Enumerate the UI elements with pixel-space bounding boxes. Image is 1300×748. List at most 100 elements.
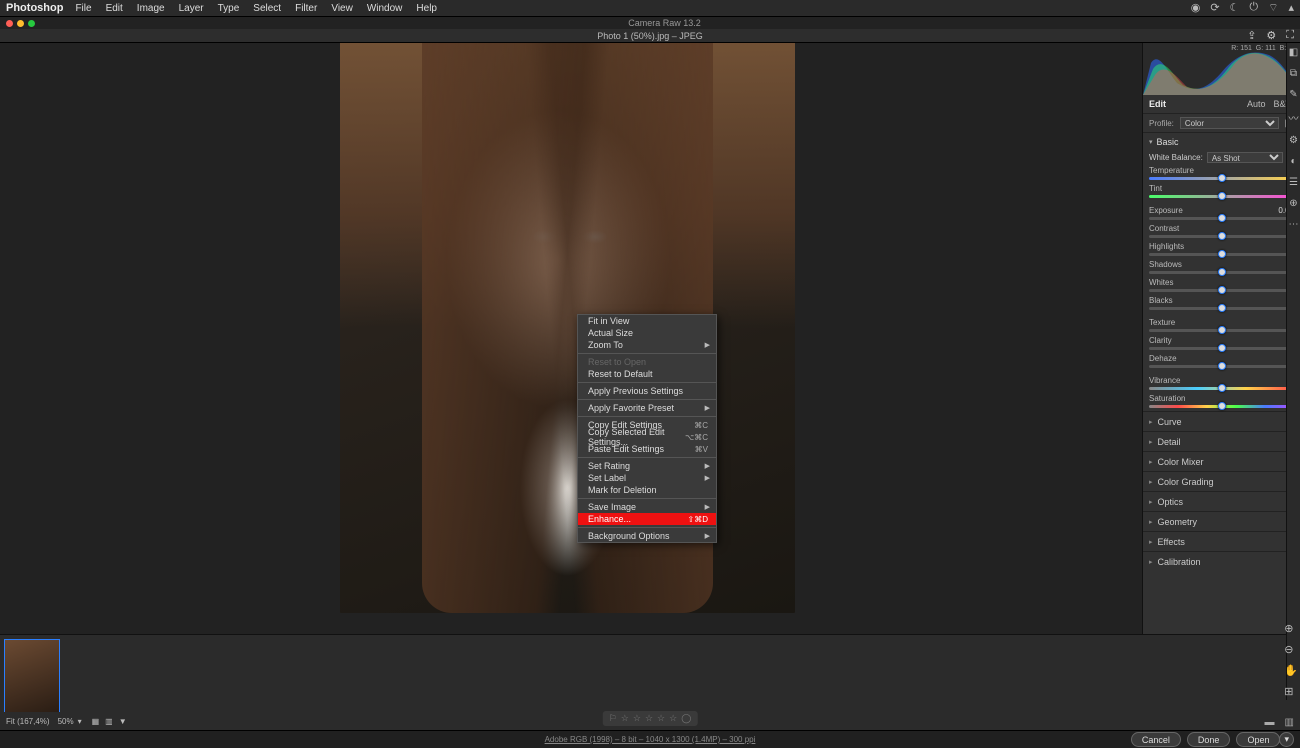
slider-clarity[interactable]: Clarity0 (1143, 335, 1300, 353)
bell-icon[interactable]: ▴ (1288, 1, 1294, 15)
ctx-apply-favorite[interactable]: Apply Favorite Preset (578, 402, 716, 414)
slider-dehaze[interactable]: Dehaze0 (1143, 353, 1300, 371)
fullscreen-icon[interactable]: ⛶ (1286, 29, 1294, 42)
zoom-dropdown-icon[interactable]: ▾ (78, 717, 82, 726)
hand-icon[interactable]: ✋ (1284, 664, 1298, 677)
tool-edit-icon[interactable]: ◧ (1289, 47, 1298, 58)
ctx-save-image[interactable]: Save Image (578, 501, 716, 513)
auto-button[interactable]: Auto (1247, 99, 1266, 109)
ctx-set-rating[interactable]: Set Rating (578, 460, 716, 472)
wifi-icon: ⌔ (1268, 1, 1278, 15)
ctx-copy-selected[interactable]: Copy Selected Edit Settings...⌥⌘C (578, 431, 716, 443)
rating-bar[interactable]: ⚐ ☆ ☆ ☆ ☆ ☆ ◯ (603, 711, 698, 726)
menu-select[interactable]: Select (253, 3, 281, 14)
tool-redeye-icon[interactable]: ⊕ (1289, 198, 1297, 209)
toggle-icon[interactable]: ⏻ (1249, 1, 1258, 15)
fit-label[interactable]: Fit (167,4%) (6, 717, 50, 726)
open-dropdown[interactable]: ▾ (1279, 732, 1294, 747)
window-titlebar: Camera Raw 13.2 (0, 17, 1300, 29)
profile-select[interactable]: Color (1180, 117, 1279, 129)
menu-type[interactable]: Type (218, 3, 240, 14)
star-icon[interactable]: ☆ (645, 713, 653, 724)
cancel-button[interactable]: Cancel (1131, 732, 1181, 747)
slider-saturation[interactable]: Saturation0 (1143, 393, 1300, 411)
ctx-fit-in-view[interactable]: Fit in View (578, 315, 716, 327)
ctx-mark-deletion[interactable]: Mark for Deletion (578, 484, 716, 496)
slider-blacks[interactable]: Blacks0 (1143, 295, 1300, 313)
ctx-zoom-to[interactable]: Zoom To (578, 339, 716, 351)
slider-tint[interactable]: Tint0 (1143, 183, 1300, 201)
ctx-background-options[interactable]: Background Options (578, 530, 716, 542)
min-dot[interactable] (17, 20, 24, 27)
gear-icon[interactable]: ⚙ (1266, 29, 1276, 42)
menu-image[interactable]: Image (137, 3, 165, 14)
zoom-out-icon[interactable]: ⊖ (1284, 643, 1298, 656)
ctx-paste-edit[interactable]: Paste Edit Settings⌘V (578, 443, 716, 455)
zoom-in-icon[interactable]: ⊕ (1284, 622, 1298, 635)
section-basic[interactable]: ▾Basic◉ (1143, 133, 1300, 150)
ctx-reset-open: Reset to Open (578, 356, 716, 368)
star-icon[interactable]: ☆ (621, 713, 629, 724)
menu-file[interactable]: File (75, 3, 91, 14)
slider-whites[interactable]: Whites0 (1143, 277, 1300, 295)
star-icon[interactable]: ☆ (657, 713, 665, 724)
slider-contrast[interactable]: Contrast0 (1143, 223, 1300, 241)
compare-icon[interactable]: ▥ (105, 717, 113, 726)
tool-mask-icon[interactable]: ◐ (1290, 156, 1296, 167)
tool-settings-icon[interactable]: ⚙ (1289, 135, 1298, 146)
zoom-level[interactable]: 50% (58, 717, 74, 726)
section-calibration[interactable]: ▸Calibration◉ (1143, 551, 1300, 571)
ctx-actual-size[interactable]: Actual Size (578, 327, 716, 339)
tool-more-icon[interactable]: ⋯ (1289, 219, 1299, 230)
section-optics[interactable]: ▸Optics◉ (1143, 491, 1300, 511)
menu-edit[interactable]: Edit (106, 3, 123, 14)
histogram[interactable]: R: 151 G: 111 B: 93 (1143, 43, 1300, 95)
ctx-set-label[interactable]: Set Label (578, 472, 716, 484)
star-icon[interactable]: ☆ (669, 713, 677, 724)
close-dot[interactable] (6, 20, 13, 27)
menu-view[interactable]: View (331, 3, 353, 14)
slider-shadows[interactable]: Shadows0 (1143, 259, 1300, 277)
label-icon[interactable]: ◯ (681, 713, 691, 724)
view-single-icon[interactable]: ▬ (1265, 717, 1275, 728)
moon-icon[interactable]: ☾ (1230, 1, 1240, 15)
wb-select[interactable]: As Shot (1207, 152, 1283, 163)
image-meta[interactable]: Adobe RGB (1998) – 8 bit – 1040 x 1300 (… (545, 735, 756, 744)
flag-icon[interactable]: ⚐ (609, 713, 617, 724)
grid-toggle-icon[interactable]: ⊞ (1284, 685, 1298, 698)
star-icon[interactable]: ☆ (633, 713, 641, 724)
open-button[interactable]: Open (1236, 732, 1280, 747)
done-button[interactable]: Done (1187, 732, 1231, 747)
menu-layer[interactable]: Layer (179, 3, 204, 14)
section-effects[interactable]: ▸Effects◉ (1143, 531, 1300, 551)
section-detail[interactable]: ▸Detail◉ (1143, 431, 1300, 451)
tool-curve-icon[interactable]: 〰 (1289, 110, 1299, 125)
menu-window[interactable]: Window (367, 3, 403, 14)
section-curve[interactable]: ▸Curve◉ (1143, 411, 1300, 431)
grid-icon[interactable]: ▦ (92, 717, 100, 726)
ctx-enhance[interactable]: Enhance...⇧⌘D (578, 513, 716, 525)
tool-brush-icon[interactable]: ✎ (1289, 89, 1297, 100)
filter-icon[interactable]: ▼ (119, 717, 127, 726)
menu-help[interactable]: Help (416, 3, 437, 14)
ctx-apply-previous[interactable]: Apply Previous Settings (578, 385, 716, 397)
canvas-area[interactable]: Fit in View Actual Size Zoom To Reset to… (0, 43, 1142, 700)
tool-presets-icon[interactable]: ☰ (1289, 177, 1298, 188)
slider-highlights[interactable]: Highlights0 (1143, 241, 1300, 259)
share-icon[interactable]: ⇪ (1247, 29, 1256, 42)
section-color mixer[interactable]: ▸Color Mixer◉ (1143, 451, 1300, 471)
ctx-reset-default[interactable]: Reset to Default (578, 368, 716, 380)
filmstrip-thumb[interactable] (4, 639, 60, 713)
section-geometry[interactable]: ▸Geometry◉ (1143, 511, 1300, 531)
max-dot[interactable] (28, 20, 35, 27)
slider-texture[interactable]: Texture0 (1143, 317, 1300, 335)
cloud-icon[interactable]: ◉ (1191, 1, 1201, 15)
tool-crop-icon[interactable]: ⧉ (1290, 68, 1297, 79)
slider-vibrance[interactable]: Vibrance0 (1143, 375, 1300, 393)
menu-filter[interactable]: Filter (295, 3, 317, 14)
slider-exposure[interactable]: Exposure0.00 (1143, 205, 1300, 223)
sync-icon[interactable]: ⟳ (1210, 1, 1219, 15)
view-split-icon[interactable]: ▥ (1285, 717, 1294, 728)
section-color grading[interactable]: ▸Color Grading◉ (1143, 471, 1300, 491)
slider-temperature[interactable]: Temperature0 (1143, 165, 1300, 183)
